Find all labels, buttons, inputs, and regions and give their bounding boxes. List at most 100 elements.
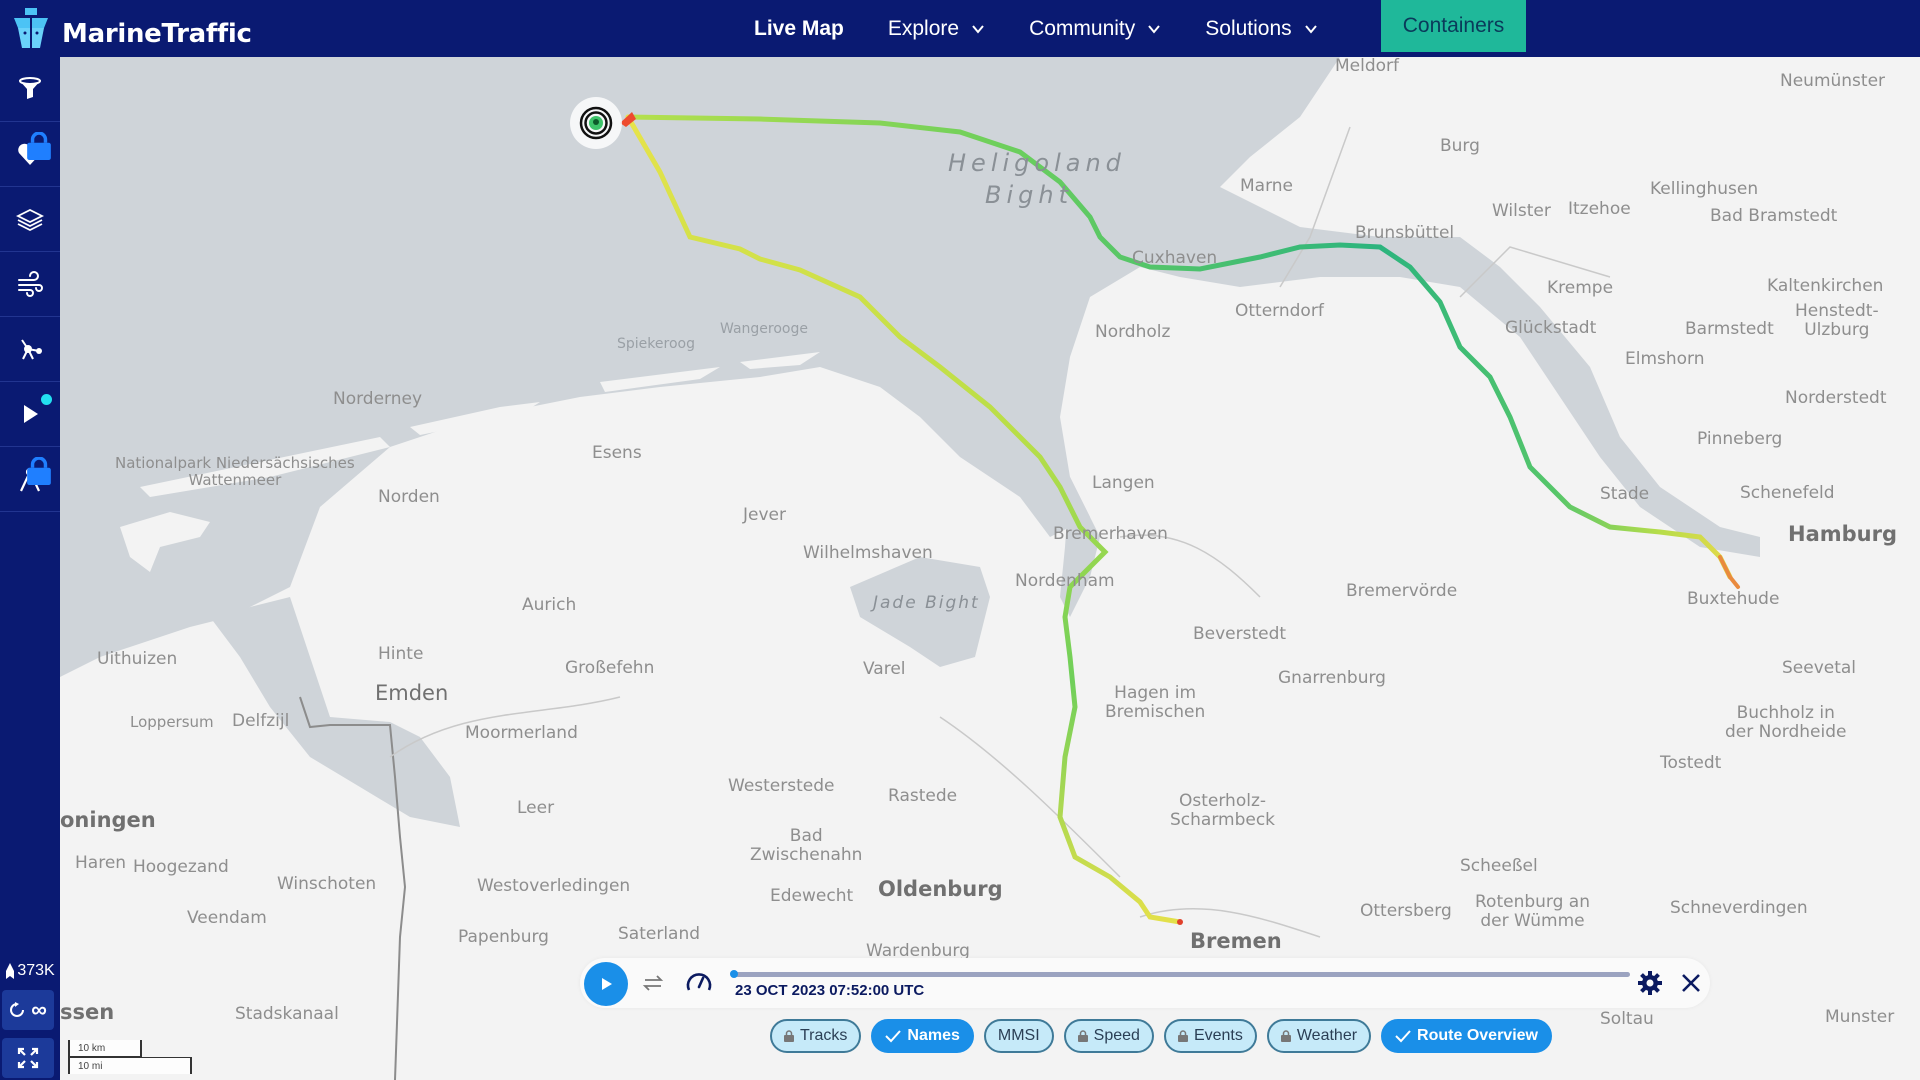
map-label: Spiekeroog [617,336,695,352]
map-label: Seevetal [1782,658,1857,678]
map-label: Burg [1440,136,1480,156]
nav-label: Solutions [1205,16,1292,40]
chip-names[interactable]: Names [871,1019,974,1053]
map-label: Haren [75,853,127,873]
map-label: Meldorf [1335,57,1400,76]
map-label: Wangerooge [720,321,808,337]
map-label: Stade [1600,484,1650,504]
check-icon [1395,1030,1411,1043]
brand-logo[interactable]: MarineTraffic [8,4,252,54]
chevron-down-icon [972,24,984,34]
lock-icon [27,132,51,160]
nav-community[interactable]: Community [1029,0,1161,57]
nav-explore[interactable]: Explore [888,0,985,57]
map-canvas[interactable]: Heligoland Bight Jade Bight Meldorf Neum… [60,57,1920,1080]
map-label-heligoland: Heligoland [948,149,1126,177]
lock-icon [1077,1030,1088,1042]
nav-solutions[interactable]: Solutions [1205,0,1317,57]
measure-button[interactable] [0,447,60,512]
left-sidebar [0,57,60,1080]
map-label: Norden [378,487,440,507]
vessel-marker[interactable] [570,97,622,149]
speedometer-icon[interactable] [684,968,714,998]
replay-button[interactable]: ∞ [2,990,54,1030]
route-end-hamburg [1718,555,1740,589]
play-icon [24,405,38,423]
containers-button[interactable]: Containers [1381,0,1526,52]
nav-label: Community [1029,16,1136,40]
weather-button[interactable] [0,252,60,317]
brand-name: MarineTraffic [62,19,252,49]
map-label: Nationalpark Niedersächsisches Wattenmeer [115,454,355,489]
chip-tracks[interactable]: Tracks [770,1019,862,1053]
map-label: Itzehoe [1568,199,1631,219]
map-label: Soltau [1600,1009,1654,1029]
map-label: Uithuizen [97,649,178,669]
map-label: Cuxhaven [1132,248,1218,268]
map-label: Emden [375,681,449,705]
vessel-target-icon [579,106,613,140]
playback-timestamp: 23 OCT 2023 07:52:00 UTC [735,982,925,999]
map-label: Beverstedt [1193,624,1287,644]
map-label: Veendam [187,908,267,928]
chip-events[interactable]: Events [1163,1019,1257,1053]
map-label: Munster [1825,1007,1895,1027]
play-icon [602,978,612,990]
filter-button[interactable] [0,57,60,122]
fullscreen-button[interactable] [2,1038,54,1078]
refresh-icon [10,1002,25,1017]
map-scale: 10 km 10 mi [68,1040,192,1076]
chip-speed[interactable]: Speed [1063,1019,1154,1053]
chip-mmsi[interactable]: MMSI [983,1019,1054,1053]
map-label-hamburg: Hamburg [1788,522,1897,546]
map-label: Gnarrenburg [1278,668,1386,688]
chip-weather[interactable]: Weather [1266,1019,1372,1053]
map-label: Bremerhaven [1053,524,1168,544]
map-label: Moormerland [465,723,578,743]
check-icon [885,1030,902,1043]
top-navigation: MarineTraffic Live Map Explore Community… [0,0,1920,57]
notification-dot [41,394,52,405]
map-label: Wilster [1492,201,1551,221]
favorites-button[interactable] [0,122,60,187]
map-label: Bad Bramstedt [1710,206,1838,226]
map-label-bremen: Bremen [1190,929,1282,953]
map-label: Schneverdingen [1670,898,1808,918]
route-end-bremen [1177,919,1183,925]
chip-route-overview[interactable]: Route Overview [1381,1019,1552,1053]
map-label: Westerstede [728,776,835,796]
scale-mi: 10 mi [68,1057,192,1074]
map-label: Hinte [378,644,424,664]
timeline-knob[interactable] [730,970,738,978]
chip-label: Route Overview [1417,1027,1538,1044]
chip-label: Names [907,1027,960,1044]
play-button[interactable] [584,962,628,1006]
timeline-slider[interactable] [730,970,1630,978]
close-icon[interactable] [1680,972,1702,994]
gear-icon[interactable] [1637,970,1663,996]
map-label: Norderney [333,389,423,409]
main-nav: Live Map Explore Community Solutions [754,0,1362,57]
map-label: Loppersum [130,713,214,731]
map-label: Marne [1240,176,1294,196]
map-label: Edewecht [770,886,854,906]
map-label: Buchholz in der Nordheide [1725,703,1847,742]
map-label-bight: Bight [985,181,1073,209]
layers-button[interactable] [0,187,60,252]
nav-live-map[interactable]: Live Map [754,0,844,57]
map-label: Stadskanaal [235,1004,339,1024]
map-label: Saterland [618,924,701,944]
map-label: Schenefeld [1740,483,1835,503]
map-label: Barmstedt [1685,319,1774,339]
map-label: Rotenburg an der Wümme [1475,892,1590,931]
map-label: Ottersberg [1360,901,1452,921]
map-label: Hoogezand [133,857,229,877]
playback-button[interactable] [0,382,60,447]
map-label: Brunsbüttel [1355,223,1455,243]
map-label: Nordenham [1015,571,1115,591]
network-button[interactable] [0,317,60,382]
swap-icon[interactable] [642,972,664,994]
map-label: Westoverledingen [477,876,631,896]
map-label: Papenburg [458,927,549,947]
scale-km: 10 km [68,1040,142,1057]
